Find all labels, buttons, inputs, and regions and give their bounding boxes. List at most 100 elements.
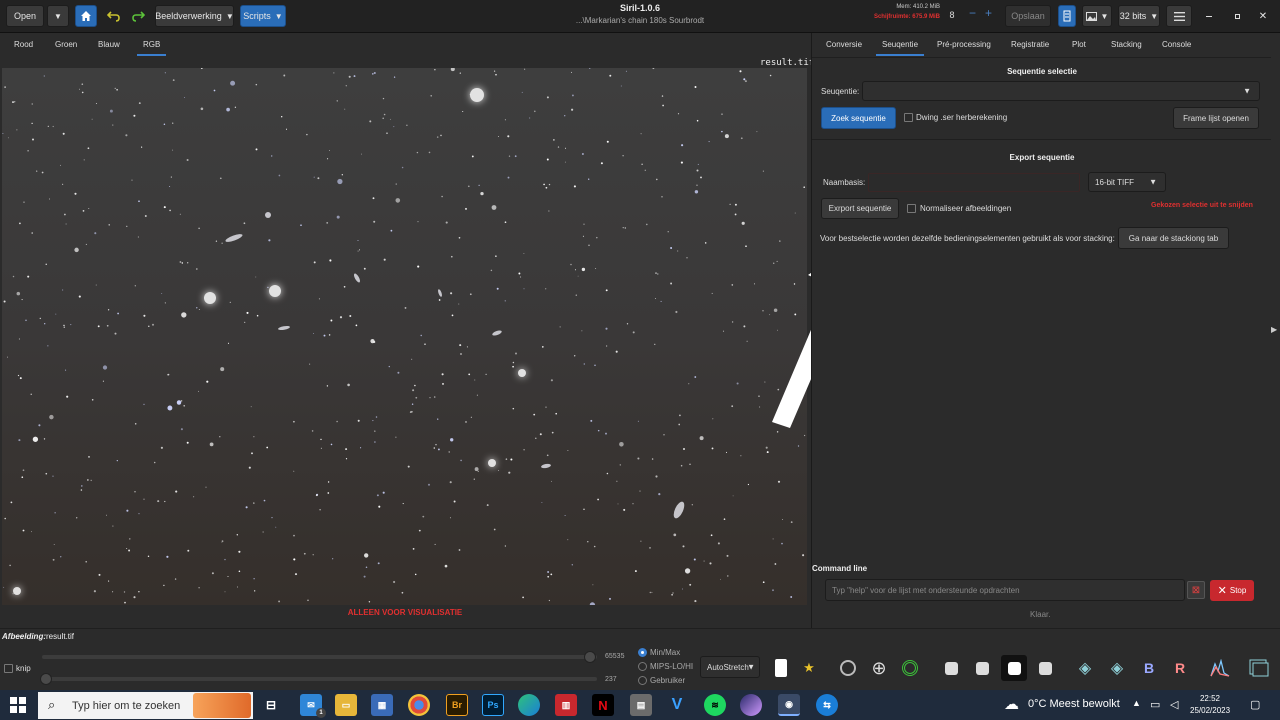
goto-stacking-button[interactable]: Ga naar de stackiong tab	[1118, 227, 1229, 249]
edge-icon[interactable]	[518, 694, 540, 716]
store-icon[interactable]: ▦	[371, 694, 393, 716]
mirror-x-icon[interactable]: B	[1138, 657, 1160, 679]
astrometry-icon[interactable]	[837, 657, 859, 679]
stop-button[interactable]: ✕ Stop	[1210, 580, 1254, 601]
tab-registration[interactable]: Registratie	[1011, 40, 1049, 49]
task-view-icon[interactable]: ⊟	[260, 694, 282, 716]
star	[3, 586, 5, 588]
sequence-dropdown[interactable]: ▼	[862, 81, 1260, 101]
panel-toggle-icon[interactable]: ▶	[1271, 325, 1277, 334]
image-viewport[interactable]	[2, 68, 807, 605]
tab-sequence[interactable]: Seuqentie	[875, 40, 925, 56]
bright-star	[518, 369, 526, 377]
display-mode-3-icon[interactable]	[1001, 655, 1027, 681]
curves-icon[interactable]	[1248, 657, 1270, 679]
target-icon[interactable]	[899, 657, 921, 679]
histogram-icon[interactable]	[1209, 657, 1231, 679]
radio-user[interactable]	[638, 676, 647, 685]
chrome-icon[interactable]	[408, 694, 430, 716]
export-sequence-button[interactable]: Exrport sequentie	[821, 198, 899, 219]
threads-value[interactable]: 8	[946, 6, 958, 24]
tab-stacking[interactable]: Stacking	[1111, 40, 1142, 49]
photoshop-icon[interactable]: Ps	[482, 694, 504, 716]
globe-icon[interactable]: ⊕	[868, 657, 890, 679]
chart-app-icon[interactable]: ▥	[555, 694, 577, 716]
network-icon[interactable]: ▭	[1150, 698, 1160, 711]
plus-icon[interactable]: +	[985, 6, 992, 20]
v-app-icon[interactable]: V	[666, 694, 688, 716]
negative-icon[interactable]	[770, 657, 792, 679]
taskbar-search[interactable]: ⌕ Typ hier om te zoeken	[38, 692, 253, 719]
tab-blue[interactable]: Blauw	[98, 40, 120, 49]
tab-console[interactable]: Console	[1162, 40, 1191, 49]
save-as-menu[interactable]: ▼	[1082, 5, 1112, 27]
notifications-icon[interactable]: ▢	[1250, 698, 1260, 711]
clear-command-button[interactable]: ⊠	[1187, 581, 1205, 599]
file-explorer-icon[interactable]: ▭	[335, 694, 357, 716]
undo-button[interactable]	[103, 5, 125, 27]
display-mode-2-icon[interactable]	[971, 657, 993, 679]
stellarium-icon[interactable]	[740, 694, 762, 716]
calculator-icon[interactable]: ▤	[630, 694, 652, 716]
star	[16, 291, 21, 296]
minimize-button[interactable]	[1200, 5, 1218, 27]
main-menu-button[interactable]	[1166, 5, 1192, 27]
crop-checkbox[interactable]	[4, 664, 13, 673]
force-ser-checkbox[interactable]	[904, 113, 913, 122]
minus-icon[interactable]: −	[969, 6, 976, 20]
stop-icon: ✕	[1217, 585, 1227, 597]
netflix-icon[interactable]: N	[592, 694, 614, 716]
teamviewer-icon[interactable]: ⇆	[816, 694, 838, 716]
display-mode-1-icon[interactable]	[940, 657, 962, 679]
weather-icon[interactable]: ☁	[1004, 695, 1019, 713]
radio-mips[interactable]	[638, 662, 647, 671]
home-button[interactable]	[75, 5, 97, 27]
display-mode-4-icon[interactable]	[1034, 657, 1056, 679]
command-input[interactable]: Typ "help" voor de lijst met ondersteund…	[825, 579, 1185, 601]
redo-button[interactable]	[127, 5, 149, 27]
normalise-checkbox[interactable]	[907, 204, 916, 213]
star	[545, 288, 547, 290]
tab-green[interactable]: Groen	[55, 40, 77, 49]
siril-taskbar-icon[interactable]: ◉	[778, 694, 800, 716]
star	[134, 490, 136, 493]
close-button[interactable]: ✕	[1254, 5, 1272, 27]
volume-icon[interactable]: ◁	[1170, 698, 1178, 711]
tab-red[interactable]: Rood	[14, 40, 33, 49]
image-processing-menu[interactable]: Beeldverwerking ▼	[155, 5, 234, 27]
mail-icon[interactable]: ✉ 1	[300, 694, 326, 718]
maximize-button[interactable]	[1228, 5, 1246, 27]
save-button[interactable]: Opslaan	[1005, 5, 1051, 27]
radio-minmax[interactable]	[638, 648, 647, 657]
windows-start-icon[interactable]	[10, 697, 26, 713]
tab-plot[interactable]: Plot	[1072, 40, 1086, 49]
basename-input[interactable]	[868, 173, 1080, 192]
tab-preprocessing[interactable]: Pré-processing	[937, 40, 991, 49]
bridge-icon[interactable]: Br	[446, 694, 468, 716]
open-recent-button[interactable]: ▼	[47, 5, 69, 27]
chevron-up-icon[interactable]: ▲	[1132, 698, 1141, 708]
tab-conversion[interactable]: Conversie	[826, 40, 862, 49]
low-slider-handle[interactable]	[40, 673, 52, 685]
high-slider[interactable]	[42, 655, 597, 659]
weather-text[interactable]: 0°C Meest bewolkt	[1028, 698, 1120, 710]
rotate-left-icon[interactable]: ◈	[1074, 657, 1096, 679]
high-slider-handle[interactable]	[584, 651, 596, 663]
rotate-right-icon[interactable]: ◈	[1106, 657, 1128, 679]
tab-rgb[interactable]: RGB	[136, 40, 167, 56]
bitdepth-menu[interactable]: 32 bits ▼	[1118, 5, 1160, 27]
open-button[interactable]: Open	[6, 5, 44, 27]
stretch-dropdown[interactable]: AutoStretch ▼	[700, 656, 760, 678]
search-highlight-image	[193, 693, 251, 718]
search-sequence-button[interactable]: Zoek sequentie	[821, 107, 896, 129]
taskbar-clock[interactable]: 22:52 25/02/2023	[1190, 693, 1230, 717]
export-format-dropdown[interactable]: 16-bit TIFF ▼	[1088, 172, 1166, 192]
snapshot-button[interactable]	[1058, 5, 1076, 27]
spotify-icon[interactable]: ≋	[704, 694, 726, 716]
low-slider[interactable]	[42, 677, 597, 681]
frame-list-button[interactable]: Frame lijst openen	[1173, 107, 1259, 129]
scripts-menu[interactable]: Scripts ▼	[240, 5, 286, 27]
star	[4, 86, 6, 88]
mirror-y-icon[interactable]: R	[1169, 657, 1191, 679]
star-icon[interactable]: ★	[798, 657, 820, 679]
